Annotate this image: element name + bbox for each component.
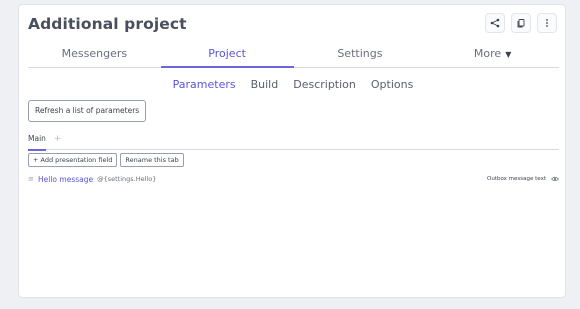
vertical-dots-icon (546, 19, 548, 27)
subtab-description[interactable]: Description (293, 78, 356, 91)
copy-icon (517, 19, 525, 28)
page-title: Additional project (28, 15, 187, 33)
tab-settings[interactable]: Settings (294, 43, 427, 67)
more-options-button[interactable] (537, 13, 557, 33)
field-variable: @{settings.Hello} (97, 175, 157, 183)
rename-tab-button[interactable]: Rename this tab (120, 153, 184, 167)
copy-button[interactable] (511, 13, 531, 33)
eye-icon[interactable] (551, 176, 559, 182)
share-icon (490, 18, 500, 28)
field-meta: Outbox message text (487, 176, 559, 182)
subtab-parameters[interactable]: Parameters (173, 78, 236, 91)
share-button[interactable] (485, 13, 505, 33)
header-actions (485, 13, 557, 33)
sub-tabs: Parameters Build Description Options (19, 78, 567, 91)
tab-more[interactable]: More ▼ (426, 43, 559, 67)
tab-messengers[interactable]: Messengers (28, 43, 161, 67)
caret-down-icon: ▼ (505, 50, 512, 59)
field-type: Outbox message text (487, 176, 546, 182)
add-tab-button[interactable]: + (54, 133, 62, 145)
main-tabs: Messengers Project Settings More ▼ (28, 43, 559, 68)
tab-main[interactable]: Main (28, 133, 46, 151)
parameter-tabs: Main + (28, 133, 559, 151)
tab-actions: + Add presentation field Rename this tab (28, 153, 184, 167)
refresh-parameters-button[interactable]: Refresh a list of parameters (28, 100, 147, 122)
subtab-build[interactable]: Build (251, 78, 279, 91)
field-name-link[interactable]: Hello message (38, 175, 93, 184)
subtab-options[interactable]: Options (371, 78, 413, 91)
drag-handle-icon[interactable]: ≡ (28, 175, 38, 183)
add-presentation-field-button[interactable]: + Add presentation field (28, 153, 118, 167)
list-item: ≡ Hello message @{settings.Hello} Outbox… (28, 173, 559, 185)
project-card: Additional project Messengers Project Se… (18, 4, 566, 298)
tab-project[interactable]: Project (160, 43, 294, 68)
